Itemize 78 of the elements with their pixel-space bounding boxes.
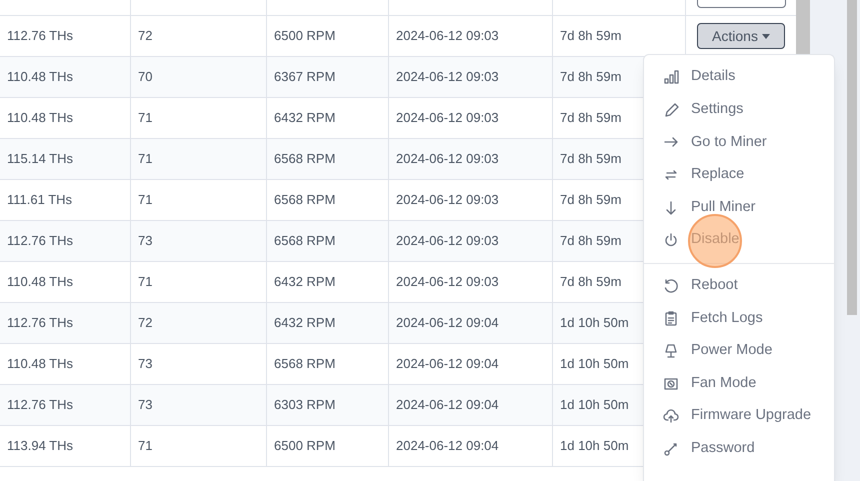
table-cell-text: 6500 RPM (274, 27, 336, 46)
menu-item[interactable]: Go to Miner (644, 126, 834, 159)
table-cell-text: 7d 8h 59m (560, 232, 622, 250)
table-cell-text: 2024-06-12 09:04 (396, 355, 499, 374)
menu-item[interactable]: Password (644, 432, 834, 466)
table-cell-text: 71 (138, 273, 152, 292)
table-cell-text: 6303 RPM (274, 396, 336, 414)
menu-item[interactable]: Fetch Logs (644, 302, 834, 335)
table-cell-text: 2024-06-12 09:03 (396, 150, 499, 168)
bar-chart-icon (663, 69, 679, 86)
table-cell-text: 2024-06-12 09:03 (396, 109, 499, 128)
table-cell-text: 6432 RPM (274, 314, 336, 332)
table-cell-text: 111.61 THs (7, 191, 72, 210)
table-cell-text: 1d 10h 50m (560, 355, 629, 374)
table-cell-text: 112.76 THs (7, 27, 74, 46)
menu-item[interactable]: Fan Mode (644, 367, 834, 400)
table-cell-text: 2024-06-12 09:04 (396, 314, 499, 332)
menu-item[interactable]: Pull Miner (644, 191, 834, 224)
lamp-icon (663, 343, 679, 360)
table-cell-text: 73 (138, 396, 152, 414)
table-cell-text: 115.14 THs (7, 150, 74, 168)
table-cell-text: 72 (138, 314, 152, 332)
table-cell-text: 73 (138, 355, 152, 374)
table-cell-text: 6568 RPM (274, 191, 336, 210)
table-cell-text: 70 (138, 68, 152, 86)
menu-item[interactable]: Power Mode (644, 334, 834, 368)
table-cell-text: 6367 RPM (274, 68, 336, 86)
table-cell-text: 73 (138, 232, 152, 250)
table-cell-text: 71 (138, 109, 152, 128)
table-cell-text: 71 (138, 437, 152, 456)
menu-item[interactable]: Reboot (644, 270, 834, 302)
table-cell-text: 2024-06-12 09:03 (396, 27, 499, 46)
menu-item[interactable]: Firmware Upgrade (644, 400, 834, 433)
table-cell-text: 110.48 THs (7, 355, 74, 374)
table-cell-text: 6432 RPM (274, 109, 336, 128)
table-cell-text: 71 (138, 191, 152, 210)
table-cell-text: 6568 RPM (274, 232, 336, 250)
table-cell-text: 7d 8h 59m (560, 273, 622, 292)
table-cell-text: 1d 10h 50m (560, 437, 629, 456)
table-cell-text: 2024-06-12 09:03 (396, 68, 499, 86)
table-cell-text: 7d 8h 59m (560, 191, 622, 210)
table-cell-text: 1d 10h 50m (560, 396, 629, 414)
table-cell-text: 1d 10h 50m (560, 314, 629, 332)
clipboard-icon (663, 310, 679, 326)
table-cell-text: 6500 RPM (274, 437, 336, 456)
table-cell-text: 113.94 THs (7, 437, 74, 456)
table-cell-text: 6568 RPM (274, 150, 336, 168)
menu-item[interactable]: Details (644, 61, 834, 94)
table-cell-text: 2024-06-12 09:04 (396, 396, 499, 414)
fan-icon (663, 376, 679, 392)
table-cell-text: 7d 8h 59m (560, 68, 622, 86)
table-cell-text: 112.76 THs (7, 232, 74, 250)
rotate-icon (663, 278, 679, 294)
key-icon (663, 440, 679, 457)
table-cell-text: 112.76 THs (7, 396, 74, 414)
scrollbar-thumb[interactable] (847, 0, 857, 315)
table-cell-text: 6568 RPM (274, 355, 336, 374)
table-cell-text: 7d 8h 59m (560, 150, 622, 168)
table-cell-text: 110.48 THs (7, 273, 74, 292)
table-cell-text: 2024-06-12 09:04 (396, 437, 499, 456)
table-cell-text: 7d 8h 59m (560, 109, 622, 128)
table-cell-text: 2024-06-12 09:03 (396, 191, 499, 210)
table-cell-text: 2024-06-12 09:03 (396, 273, 499, 292)
power-icon (663, 232, 679, 248)
cloud-upload-icon (663, 408, 679, 424)
table-cell-text: 72 (138, 27, 152, 46)
menu-item[interactable]: Replace (644, 158, 834, 192)
table-cell-text: 110.48 THs (7, 109, 74, 128)
table-cell-text: 71 (138, 150, 152, 168)
caret-icon (762, 34, 770, 38)
table-cell-text: 112.76 THs (7, 314, 74, 332)
menu-item[interactable]: Settings (644, 94, 834, 126)
table-cell-text: 2024-06-12 09:03 (396, 232, 499, 250)
table-cell-text: 6432 RPM (274, 273, 336, 292)
table-cell-text: 7d 8h 59m (560, 27, 622, 46)
table-cell-text: 110.48 THs (7, 68, 74, 86)
pencil-icon (663, 102, 679, 118)
actions-button[interactable]: Actions (697, 23, 785, 49)
